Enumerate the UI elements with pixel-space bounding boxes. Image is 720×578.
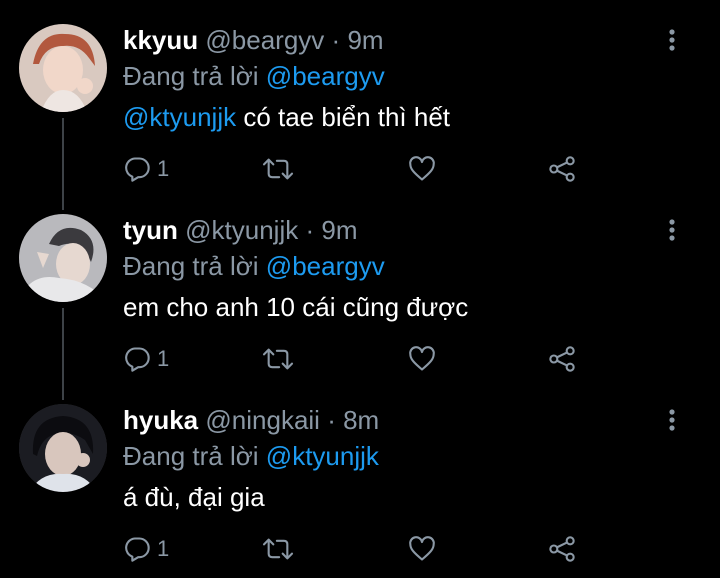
display-name[interactable]: hyuka [123,405,198,435]
share-icon [549,156,575,182]
more-vertical-icon [669,29,675,51]
tweet-header: hyuka @ningkaii · 8m [123,404,379,436]
tweet-text: em cho anh 10 cái cũng được [123,291,468,323]
retweet-button[interactable] [261,345,295,373]
replying-to-link[interactable]: @beargyv [266,61,385,91]
tweet-body: á đù, đại gia [123,482,265,512]
tweet-actions: 1 [123,155,603,185]
tweet-header: tyun @ktyunjjk · 9m [123,214,357,246]
retweet-icon [262,158,294,180]
tweet[interactable]: hyuka @ningkaii · 8m Đang trả lời @ktyun… [0,380,720,570]
avatar[interactable] [19,404,107,492]
reply-icon [125,537,150,562]
tweet-actions: 1 [123,535,603,565]
tweet[interactable]: kkyuu @beargyv · 9m Đang trả lời @beargy… [0,0,720,190]
share-icon [549,536,575,562]
like-icon [409,156,435,181]
tweet-body: em cho anh 10 cái cũng được [123,292,469,322]
replying-to: Đang trả lời @beargyv [123,250,385,282]
avatar[interactable] [19,24,107,112]
replying-prefix: Đang trả lời [123,61,259,91]
replying-prefix: Đang trả lời [123,441,259,471]
tweet-text: @ktyunjjk có tae biển thì hết [123,101,450,133]
user-handle[interactable]: @ningkaii [205,405,320,435]
tweet[interactable]: tyun @ktyunjjk · 9m Đang trả lời @beargy… [0,190,720,380]
separator-dot: · [305,215,315,245]
timestamp[interactable]: 9m [347,25,383,55]
like-icon [409,346,435,371]
share-button[interactable] [548,155,576,183]
tweet-header: kkyuu @beargyv · 9m [123,24,384,56]
tweet-body: có tae biển thì hết [236,102,451,132]
separator-dot: · [331,25,341,55]
replying-prefix: Đang trả lời [123,251,259,281]
separator-dot: · [327,405,336,435]
timestamp[interactable]: 9m [321,215,357,245]
reply-count: 1 [157,536,170,561]
user-handle[interactable]: @beargyv [205,25,324,55]
more-options-button[interactable] [660,28,684,52]
display-name[interactable]: tyun [123,215,178,245]
retweet-icon [262,348,294,370]
avatar[interactable] [19,214,107,302]
tweet-actions: 1 [123,345,603,375]
reply-count: 1 [157,346,170,371]
reply-count: 1 [157,156,170,181]
like-button[interactable] [408,535,436,563]
replying-to: Đang trả lời @beargyv [123,60,385,92]
replying-to-link[interactable]: @ktyunjjk [266,441,379,471]
reply-button[interactable]: 1 [123,155,169,183]
more-options-button[interactable] [660,218,684,242]
retweet-icon [262,538,294,560]
replying-to: Đang trả lời @ktyunjjk [123,440,379,472]
like-button[interactable] [408,345,436,373]
user-handle[interactable]: @ktyunjjk [185,215,298,245]
mention-link[interactable]: @ktyunjjk [123,102,236,132]
retweet-button[interactable] [261,155,295,183]
share-button[interactable] [548,535,576,563]
more-vertical-icon [669,219,675,241]
more-vertical-icon [669,409,675,431]
timestamp[interactable]: 8m [343,405,379,435]
share-button[interactable] [548,345,576,373]
like-button[interactable] [408,155,436,183]
replying-to-link[interactable]: @beargyv [266,251,385,281]
share-icon [549,346,575,372]
reply-icon [125,347,150,372]
more-options-button[interactable] [660,408,684,432]
reply-button[interactable]: 1 [123,535,169,563]
reply-icon [125,157,150,182]
display-name[interactable]: kkyuu [123,25,198,55]
tweet-text: á đù, đại gia [123,481,265,513]
reply-button[interactable]: 1 [123,345,169,373]
retweet-button[interactable] [261,535,295,563]
like-icon [409,536,435,561]
